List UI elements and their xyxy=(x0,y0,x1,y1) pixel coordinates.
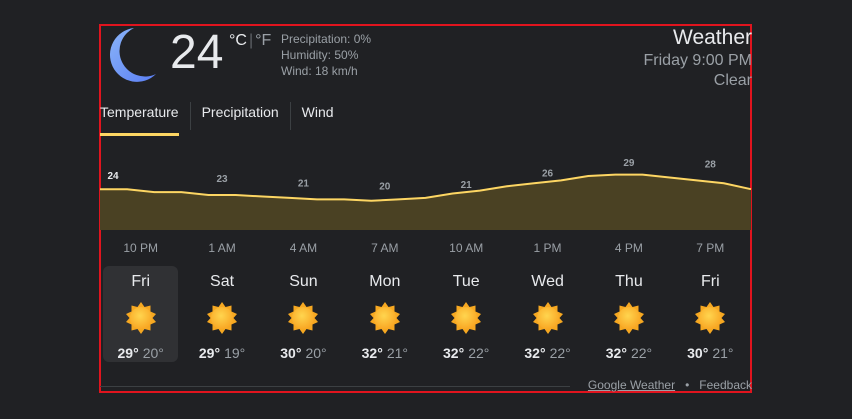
tab-temperature[interactable]: Temperature xyxy=(100,102,190,136)
temperature-area xyxy=(100,174,751,230)
day-name: Fri xyxy=(700,273,720,290)
current-temperature: 24 xyxy=(170,26,224,79)
weather-time: Friday 9:00 PM xyxy=(643,52,752,69)
high-low: 32° 22° xyxy=(591,344,666,362)
metric-tabs: Temperature Precipitation Wind xyxy=(100,102,345,136)
high-low: 32° 22° xyxy=(510,344,585,362)
temperature-data-label: 24 xyxy=(107,171,119,182)
day-item-7[interactable]: Fri 30° 21° xyxy=(673,266,748,362)
temperature-data-label: 26 xyxy=(542,168,554,179)
low-temp: 22° xyxy=(468,345,490,361)
high-low: 30° 20° xyxy=(266,344,341,362)
hour-label: 7 PM xyxy=(696,241,725,255)
high-temp: 32° xyxy=(361,345,383,361)
day-item-4[interactable]: Tue 32° 22° xyxy=(429,266,504,362)
daily-forecast: Fri 29° 20° Sat 29° 19° Sun 30° 20° Mon 32° 21° Tue 3… xyxy=(100,266,751,362)
footer: Google Weather • Feedback xyxy=(588,378,752,392)
precipitation-detail: Precipitation: 0% xyxy=(281,32,372,46)
low-temp: 21° xyxy=(386,345,408,361)
low-temp: 22° xyxy=(630,345,653,361)
day-name: Fri xyxy=(131,273,151,290)
unit-toggle: °C | °F xyxy=(229,32,271,50)
weather-headline: Weather Friday 9:00 PM Clear xyxy=(644,25,752,91)
day-name: Sat xyxy=(210,273,235,290)
moon-icon xyxy=(109,28,156,82)
sun-icon xyxy=(695,302,726,334)
sun-icon xyxy=(288,302,319,334)
sun-icon xyxy=(451,302,482,334)
day-item-2[interactable]: Sun 30° 20° xyxy=(266,266,341,362)
hour-label: 1 AM xyxy=(208,241,236,255)
day-item-3[interactable]: Mon 32° 21° xyxy=(347,266,422,362)
high-temp: 30° xyxy=(687,345,709,361)
day-item-5[interactable]: Wed 32° 22° xyxy=(510,266,585,362)
sun-icon xyxy=(207,302,238,334)
high-temp: 29° xyxy=(198,345,221,361)
day-name: Wed xyxy=(531,273,564,290)
temperature-data-label: 29 xyxy=(623,158,635,169)
humidity-detail: Humidity: 50% xyxy=(281,48,359,62)
sun-icon xyxy=(532,302,563,334)
low-temp: 20° xyxy=(142,345,164,361)
temperature-data-label: 20 xyxy=(379,181,391,192)
feedback-link[interactable]: Feedback xyxy=(699,378,752,392)
day-name: Mon xyxy=(369,273,401,290)
google-weather-link[interactable]: Google Weather xyxy=(588,378,675,392)
day-name: Thu xyxy=(615,273,643,290)
low-temp: 20° xyxy=(305,345,327,361)
temperature-data-label: 28 xyxy=(705,160,717,171)
tab-precipitation[interactable]: Precipitation xyxy=(189,102,290,130)
high-low: 29° 20° xyxy=(103,344,178,362)
footer-separator: • xyxy=(685,378,690,392)
sun-icon xyxy=(125,302,156,334)
high-temp: 32° xyxy=(605,345,627,361)
high-low: 29° 19° xyxy=(185,344,260,362)
tab-wind[interactable]: Wind xyxy=(289,102,345,130)
footer-divider xyxy=(100,386,570,387)
hour-label: 1 PM xyxy=(533,241,562,255)
celsius-unit[interactable]: °C xyxy=(229,32,247,49)
day-item-1[interactable]: Sat 29° 19° xyxy=(185,266,260,362)
sun-icon xyxy=(613,302,644,334)
temperature-data-label: 21 xyxy=(461,180,473,191)
high-temp: 32° xyxy=(524,345,546,361)
weather-title: Weather xyxy=(673,26,752,49)
hour-label: 7 AM xyxy=(371,241,399,255)
high-temp: 29° xyxy=(117,345,139,361)
day-name: Sun xyxy=(289,273,318,290)
unit-separator: | xyxy=(248,32,254,49)
wind-detail: Wind: 18 km/h xyxy=(281,64,358,78)
day-item-0[interactable]: Fri 29° 20° xyxy=(103,266,179,362)
temperature-chart-svg: 24 23 21 20 21 26 29 28 xyxy=(100,158,752,230)
day-item-6[interactable]: Thu 32° 22° xyxy=(591,266,666,362)
high-temp: 30° xyxy=(280,345,302,361)
high-low: 32° 21° xyxy=(347,344,422,362)
low-temp: 19° xyxy=(224,345,246,361)
hour-label: 4 PM xyxy=(614,241,643,255)
high-temp: 32° xyxy=(443,345,465,361)
hour-label: 10 PM xyxy=(123,241,159,255)
temperature-data-label: 23 xyxy=(217,174,229,185)
temperature-data-label: 21 xyxy=(298,178,310,189)
high-low: 32° 22° xyxy=(429,344,504,362)
weather-condition: Clear xyxy=(713,72,752,89)
low-temp: 22° xyxy=(549,345,571,361)
sun-icon xyxy=(369,302,400,334)
fahrenheit-unit[interactable]: °F xyxy=(255,32,271,49)
low-temp: 21° xyxy=(712,345,734,361)
high-low: 30° 21° xyxy=(673,344,748,362)
hour-label: 10 AM xyxy=(449,241,484,255)
hour-label: 4 AM xyxy=(289,241,318,255)
hour-labels: 10 PM 1 AM 4 AM 7 AM 10 AM 1 PM 4 PM 7 PM xyxy=(100,241,751,257)
weather-details: Precipitation: 0% Humidity: 50% Wind: 18… xyxy=(281,31,371,79)
day-name: Tue xyxy=(452,273,480,290)
